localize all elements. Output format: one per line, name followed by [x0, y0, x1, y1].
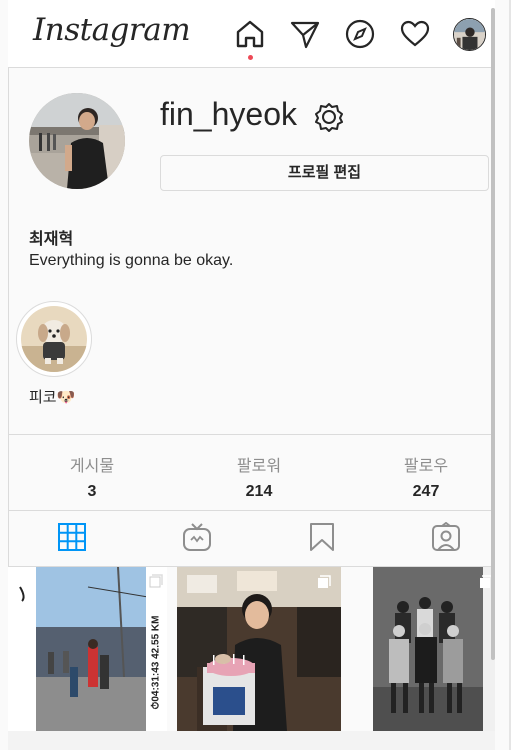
multi-image-icon: [149, 574, 163, 588]
settings-icon[interactable]: [313, 101, 345, 133]
profile-username: fin_hyeok: [160, 96, 297, 132]
stat-followers-label: 팔로워: [236, 458, 282, 475]
edit-profile-button[interactable]: 프로필 편집: [160, 155, 489, 191]
saved-icon[interactable]: [307, 522, 337, 552]
story-highlight-label: 피코🐶: [29, 389, 76, 406]
story-highlight-image[interactable]: [21, 306, 87, 372]
multi-image-icon: [317, 575, 331, 589]
instagram-logo[interactable]: Instagram: [33, 12, 191, 48]
stat-posts-label: 게시물: [69, 458, 115, 475]
divider: [8, 434, 495, 435]
notification-dot: [248, 55, 253, 60]
activity-heart-icon[interactable]: [399, 18, 431, 50]
grid-icon[interactable]: [57, 522, 87, 552]
post-thumbnail[interactable]: ⏱04:31:43 42.55 KM: [8, 567, 167, 731]
scrollbar[interactable]: [491, 8, 495, 660]
igtv-icon[interactable]: [182, 522, 212, 552]
bottom-strip: [8, 731, 495, 750]
stat-following-label: 팔로우: [403, 458, 449, 475]
profile-bio: Everything is gonna be okay.: [29, 252, 234, 269]
profile-full-name: 최재혁: [29, 231, 74, 248]
stat-followers[interactable]: 팔로워 214: [179, 452, 339, 501]
stat-posts-value: 3: [87, 483, 97, 500]
divider: [8, 510, 495, 511]
post-overlay-text: ⏱04:31:43 42.55 KM: [150, 615, 162, 710]
profile-avatar-small[interactable]: [453, 18, 486, 51]
stat-following-value: 247: [412, 483, 440, 500]
post-thumbnail[interactable]: [373, 567, 495, 731]
profile-avatar[interactable]: [29, 93, 125, 189]
stat-posts: 게시물 3: [12, 452, 172, 501]
stat-following[interactable]: 팔로우 247: [346, 452, 506, 501]
direct-message-icon[interactable]: [289, 18, 321, 50]
home-icon[interactable]: [234, 18, 266, 50]
tagged-icon[interactable]: [431, 521, 461, 552]
stat-followers-value: 214: [245, 483, 273, 500]
post-thumbnail[interactable]: [177, 567, 341, 731]
explore-icon[interactable]: [344, 18, 376, 50]
